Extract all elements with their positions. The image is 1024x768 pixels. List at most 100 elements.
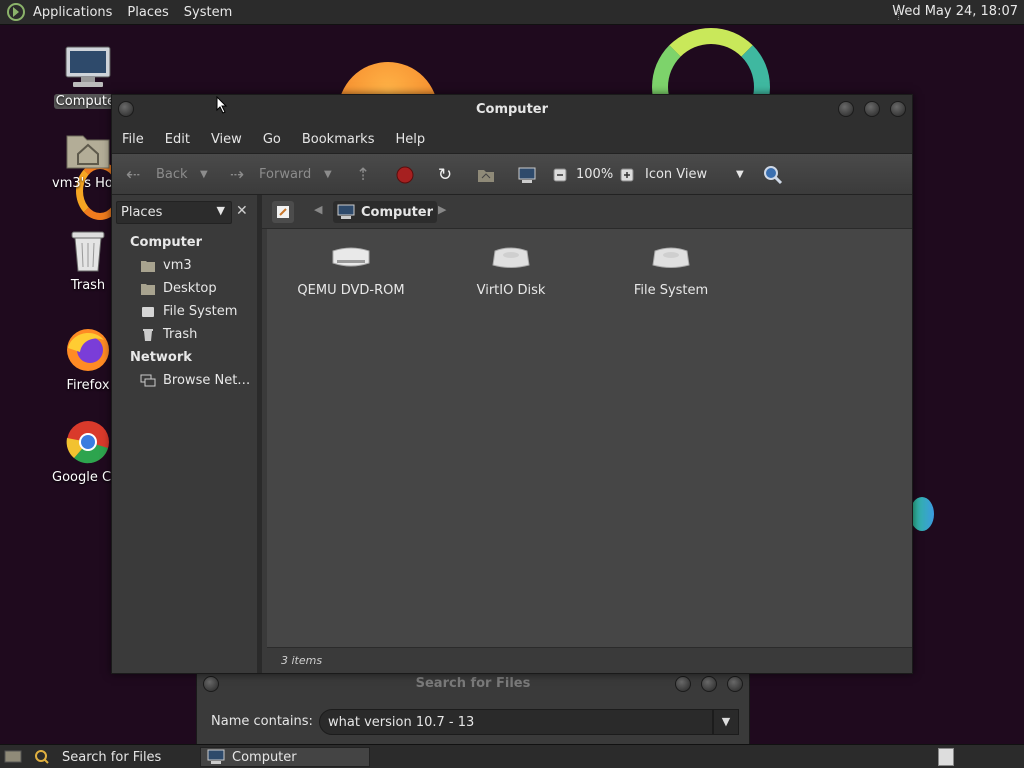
places-item-file-system[interactable]: File System	[140, 304, 237, 319]
pencil-icon	[277, 206, 289, 218]
computer-icon[interactable]	[516, 164, 538, 186]
toolbar: ⇠ Back ▼ ⇢ Forward ▼ ⇡ ↻ 100% Icon View …	[112, 153, 912, 195]
minimize-button[interactable]	[838, 101, 854, 117]
places-item-desktop[interactable]: Desktop	[140, 281, 217, 296]
name-contains-dropdown-button[interactable]: ▼	[713, 709, 739, 735]
file-manager-window[interactable]: Computer File Edit View Go Bookmarks Hel…	[111, 94, 913, 674]
view-mode-dropdown[interactable]: ▼	[736, 169, 744, 180]
desktop-icon-label: Firefox	[66, 378, 110, 393]
top-panel: Applications Places System Wed May 24, 1…	[0, 0, 1024, 25]
mouse-cursor-icon	[216, 96, 228, 114]
hard-disk-icon	[652, 247, 690, 268]
item-virtio-disk[interactable]: VirtIO Disk	[441, 243, 581, 298]
hard-disk-icon	[492, 247, 530, 268]
name-contains-label: Name contains:	[211, 714, 313, 729]
path-button-computer[interactable]: Computer	[333, 201, 438, 223]
item-label: File System	[633, 283, 709, 298]
places-item-label: vm3	[163, 258, 192, 273]
home-folder-icon	[66, 135, 110, 169]
item-file-system[interactable]: File System	[601, 243, 741, 298]
desktop-icon-label: Trash	[70, 278, 106, 293]
computer-icon	[207, 749, 225, 764]
network-icon	[140, 374, 156, 386]
menu-bookmarks[interactable]: Bookmarks	[302, 132, 375, 147]
task-search-for-files[interactable]: Search for Files	[34, 747, 194, 767]
places-section-computer: Computer	[130, 235, 203, 250]
firefox-icon	[67, 329, 109, 371]
zoom-level: 100%	[576, 167, 614, 182]
desktop-folder-icon	[141, 283, 155, 295]
status-bar: 3 items	[267, 647, 912, 673]
home-icon[interactable]	[475, 164, 497, 186]
menu-file[interactable]: File	[122, 132, 144, 147]
menu-go[interactable]: Go	[263, 132, 281, 147]
trash-icon	[71, 231, 105, 272]
up-arrow-icon[interactable]: ⇡	[352, 164, 374, 186]
places-item-trash[interactable]: Trash	[140, 327, 197, 342]
side-pane-selector[interactable]: Places ▼	[116, 201, 232, 224]
item-qemu-dvd-rom[interactable]: QEMU DVD-ROM	[281, 243, 421, 298]
side-pane: Places ▼ ✕ Computer vm3 Desktop File Sys…	[112, 195, 262, 673]
wallpaper-blue-shape	[910, 497, 934, 531]
search-icon	[35, 750, 49, 764]
window-title: Search for Files	[415, 676, 531, 691]
places-section-network: Network	[130, 350, 192, 365]
zoom-out-icon[interactable]	[549, 164, 571, 186]
zoom-in-icon[interactable]	[616, 164, 638, 186]
bottom-panel: Search for Files Computer	[0, 744, 1024, 768]
show-desktop-icon[interactable]	[4, 748, 22, 764]
task-computer[interactable]: Computer	[200, 747, 370, 767]
path-scroll-right-icon[interactable]: ▶	[438, 203, 446, 216]
maximize-button[interactable]	[864, 101, 880, 117]
side-pane-title: Places	[121, 205, 163, 220]
window-title: Computer	[475, 102, 549, 117]
search-for-files-window[interactable]: Search for Files Name contains: ▼	[196, 673, 750, 745]
task-label: Search for Files	[62, 749, 162, 765]
places-menu[interactable]: Places	[127, 5, 168, 20]
icon-view[interactable]: QEMU DVD-ROM VirtIO Disk File System	[267, 229, 912, 647]
hard-disk-icon	[142, 306, 154, 317]
item-count: 3 items	[281, 654, 323, 667]
task-label: Computer	[232, 749, 297, 765]
applications-menu[interactable]: Applications	[33, 5, 112, 20]
places-item-browse-network[interactable]: Browse Net…	[140, 373, 250, 388]
minimize-button[interactable]	[675, 676, 691, 692]
computer-icon	[337, 204, 355, 219]
search-icon[interactable]	[762, 164, 784, 186]
places-item-vm3[interactable]: vm3	[140, 258, 192, 273]
chevron-down-icon: ▼	[216, 204, 225, 217]
clock[interactable]: Wed May 24, 18:07	[892, 4, 1018, 19]
places-item-label: Browse Net…	[163, 373, 251, 388]
close-button[interactable]	[727, 676, 743, 692]
window-titlebar[interactable]: Computer	[112, 95, 912, 125]
close-button[interactable]	[890, 101, 906, 117]
reload-icon[interactable]: ↻	[434, 164, 456, 186]
trash-icon	[143, 328, 153, 341]
forward-button[interactable]: Forward	[259, 167, 311, 182]
item-label: QEMU DVD-ROM	[297, 283, 405, 298]
back-history-dropdown[interactable]: ▼	[200, 169, 208, 180]
view-mode-select[interactable]: Icon View	[645, 167, 707, 182]
menu-edit[interactable]: Edit	[165, 132, 190, 147]
workspace-switcher[interactable]	[938, 748, 954, 766]
places-item-label: Trash	[163, 327, 198, 342]
name-contains-input[interactable]	[319, 709, 713, 735]
close-side-pane-icon[interactable]: ✕	[236, 203, 248, 219]
places-item-label: File System	[163, 304, 238, 319]
back-arrow-icon[interactable]: ⇠	[122, 164, 144, 186]
menu-bar: File Edit View Go Bookmarks Help	[112, 125, 912, 153]
forward-history-dropdown[interactable]: ▼	[324, 169, 332, 180]
menu-view[interactable]: View	[211, 132, 242, 147]
forward-arrow-icon[interactable]: ⇢	[226, 164, 248, 186]
path-button-label: Computer	[361, 204, 434, 220]
home-folder-icon	[141, 260, 155, 272]
path-scroll-left-icon[interactable]: ◀	[314, 203, 322, 216]
stop-icon[interactable]	[394, 164, 416, 186]
back-button[interactable]: Back	[156, 167, 188, 182]
system-menu[interactable]: System	[184, 5, 232, 20]
maximize-button[interactable]	[701, 676, 717, 692]
edit-location-button[interactable]	[272, 201, 294, 223]
computer-icon	[65, 46, 111, 87]
menu-help[interactable]: Help	[395, 132, 425, 147]
distro-logo-icon[interactable]	[6, 2, 26, 22]
